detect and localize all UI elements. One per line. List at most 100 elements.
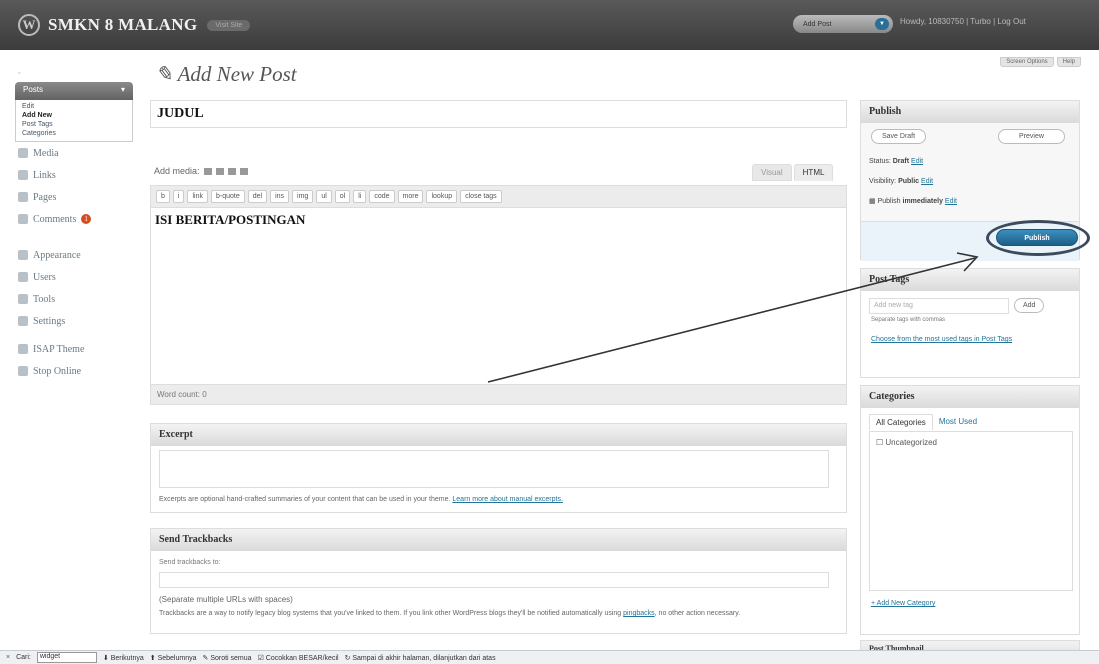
category-label: Uncategorized: [885, 438, 937, 447]
add-tag-button[interactable]: Add: [1014, 298, 1045, 313]
status-label: Status:: [869, 158, 891, 165]
page-title-text: Add New Post: [177, 62, 297, 86]
quicktag-ins-button[interactable]: ins: [270, 190, 290, 203]
quicktag-quote-button[interactable]: b-quote: [210, 190, 245, 203]
quicktag-italic-button[interactable]: i: [172, 190, 185, 203]
word-count: Word count: 0: [151, 384, 846, 404]
quicktag-img-button[interactable]: img: [292, 190, 314, 203]
edit-timestamp-link[interactable]: Edit: [945, 198, 957, 205]
excerpt-box: Excerpt Excerpts are optional hand-craft…: [150, 423, 847, 513]
menu-separator: [15, 230, 133, 244]
visit-site-button[interactable]: Visit Site: [207, 19, 251, 31]
chevron-down-icon[interactable]: ▾: [121, 85, 125, 97]
category-tabs: All Categories Most Used: [869, 414, 983, 430]
trackbacks-input[interactable]: [159, 572, 829, 588]
edit-visibility-link[interactable]: Edit: [921, 178, 933, 185]
sidebar-item-isap-theme[interactable]: ISAP Theme: [15, 338, 133, 360]
category-list: ☐ Uncategorized: [869, 431, 1073, 591]
excerpt-heading[interactable]: Excerpt: [151, 424, 846, 446]
menu-separator: ◦: [18, 70, 21, 77]
tab-html[interactable]: HTML: [793, 164, 834, 181]
submenu-add-new[interactable]: Add New: [16, 111, 132, 120]
choose-most-used-tags-link[interactable]: Choose from the most used tags in Post T…: [871, 335, 1071, 344]
sidebar-item-settings[interactable]: Settings: [15, 310, 133, 332]
sidebar-item-label: Appearance: [33, 249, 81, 261]
screen-options-button[interactable]: Screen Options: [1000, 57, 1054, 67]
user-info[interactable]: Howdy, 10830750 | Turbo | Log Out: [900, 17, 1026, 26]
excerpt-learn-more-link[interactable]: Learn more about manual excerpts.: [452, 496, 563, 503]
quicktag-del-button[interactable]: del: [247, 190, 268, 203]
sidebar-item-links[interactable]: Links: [15, 164, 133, 186]
add-audio-icon[interactable]: [227, 167, 236, 175]
add-media-icon[interactable]: [239, 167, 248, 175]
theme-icon: [18, 344, 28, 354]
plugin-icon: [18, 366, 28, 376]
add-image-icon[interactable]: [203, 167, 212, 175]
find-previous-label: Sebelumnya: [157, 654, 197, 662]
favorite-actions-dropdown[interactable]: Add Post ▼: [793, 15, 893, 33]
publish-heading[interactable]: Publish: [861, 101, 1079, 123]
quicktag-link-button[interactable]: link: [187, 190, 208, 203]
sidebar-item-label: Pages: [33, 191, 57, 203]
sidebar-item-label: Comments: [33, 213, 77, 225]
preview-button[interactable]: Preview: [998, 129, 1065, 144]
quicktag-more-button[interactable]: more: [397, 190, 424, 203]
post-editor: b i link b-quote del ins img ul ol li co…: [150, 185, 847, 405]
sidebar-item-label: Posts: [23, 85, 44, 94]
add-video-icon[interactable]: [215, 167, 224, 175]
tools-icon: [18, 294, 28, 304]
match-case-checkbox[interactable]: ☑ Cocokkan BESAR/kecil: [258, 654, 339, 662]
submenu-post-tags[interactable]: Post Tags: [16, 120, 132, 129]
publish-button[interactable]: Publish: [996, 229, 1078, 246]
list-item[interactable]: ☐ Uncategorized: [876, 438, 1066, 447]
quicktag-code-button[interactable]: code: [369, 190, 395, 203]
sidebar-item-appearance[interactable]: Appearance: [15, 244, 133, 266]
pingbacks-link[interactable]: pingbacks: [623, 610, 655, 617]
highlight-all-button[interactable]: ✎ Soroti semua: [203, 654, 252, 662]
find-previous-button[interactable]: ⬆ Sebelumnya: [150, 654, 197, 662]
chevron-down-icon[interactable]: ▼: [875, 18, 889, 30]
sidebar-item-posts[interactable]: Posts ▾: [15, 82, 133, 100]
submenu-edit[interactable]: Edit: [16, 102, 132, 111]
quicktag-bold-button[interactable]: b: [156, 190, 170, 203]
new-tag-input[interactable]: Add new tag: [869, 298, 1009, 314]
sidebar-item-media[interactable]: Media: [15, 142, 133, 164]
trackbacks-help-end: , no other action necessary.: [654, 610, 741, 617]
tab-visual[interactable]: Visual: [752, 164, 792, 181]
tab-all-categories[interactable]: All Categories: [869, 414, 933, 430]
post-tags-heading[interactable]: Post Tags: [861, 269, 1079, 291]
tab-most-used[interactable]: Most Used: [933, 414, 983, 430]
categories-heading[interactable]: Categories: [861, 386, 1079, 408]
quicktag-ul-button[interactable]: ul: [316, 190, 332, 203]
quicktag-lookup-button[interactable]: lookup: [426, 190, 458, 203]
trackbacks-heading[interactable]: Send Trackbacks: [151, 529, 846, 551]
quicktag-ol-button[interactable]: ol: [334, 190, 351, 203]
quicktag-li-button[interactable]: li: [353, 190, 367, 203]
sidebar-item-users[interactable]: Users: [15, 266, 133, 288]
excerpt-textarea[interactable]: [159, 450, 829, 488]
admin-header: W SMKN 8 MALANG Visit Site Add Post ▼ Ho…: [0, 0, 1099, 50]
tags-separator-note: Separate tags with commas: [871, 317, 946, 323]
sidebar-item-label: Links: [33, 169, 56, 181]
edit-status-link[interactable]: Edit: [911, 158, 923, 165]
visibility-value: Public: [898, 178, 920, 185]
find-input[interactable]: widget: [36, 652, 97, 663]
post-title-input[interactable]: JUDUL: [150, 100, 847, 128]
pages-icon: [18, 192, 28, 202]
post-content-textarea[interactable]: ISI BERITA/POSTINGAN: [151, 208, 846, 232]
checkbox-icon[interactable]: ☐: [876, 438, 883, 447]
find-next-button[interactable]: ⬇ Berikutnya: [103, 654, 144, 662]
sidebar-item-stop-online[interactable]: Stop Online: [15, 360, 133, 382]
site-title[interactable]: SMKN 8 MALANG: [48, 15, 197, 35]
sidebar-item-pages[interactable]: Pages: [15, 186, 133, 208]
save-draft-button[interactable]: Save Draft: [871, 129, 927, 144]
add-new-category-link[interactable]: + Add New Category: [871, 600, 935, 607]
close-icon[interactable]: ×: [6, 654, 10, 661]
favorite-actions-label: Add Post: [803, 20, 832, 28]
sidebar-item-tools[interactable]: Tools: [15, 288, 133, 310]
quicktag-close-tags-button[interactable]: close tags: [460, 190, 502, 203]
find-next-label: Berikutnya: [110, 654, 144, 662]
help-button[interactable]: Help: [1056, 57, 1081, 67]
submenu-categories[interactable]: Categories: [16, 129, 132, 138]
sidebar-item-comments[interactable]: Comments 1: [15, 208, 133, 230]
